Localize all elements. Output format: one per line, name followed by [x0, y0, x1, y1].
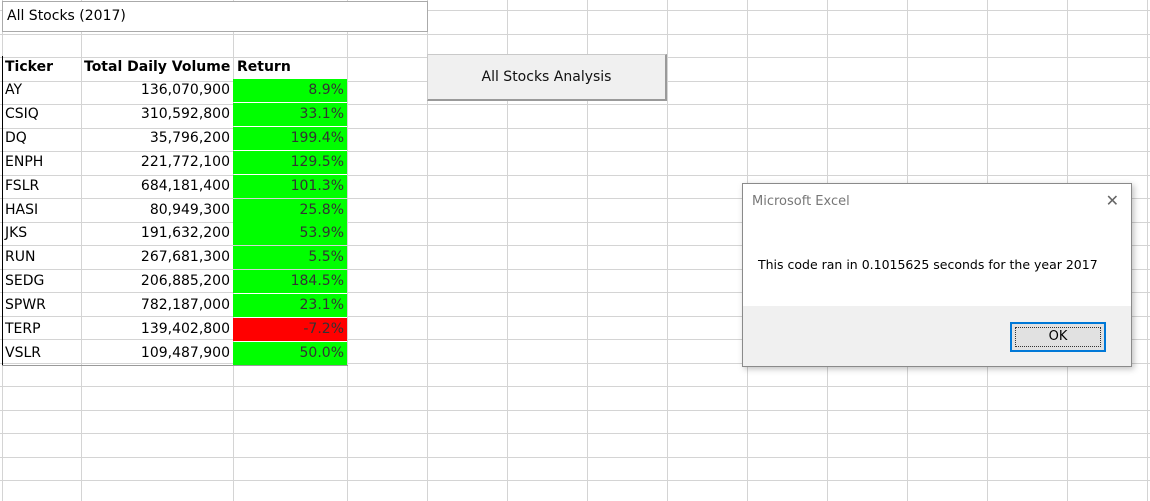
dialog-message: This code ran in 0.1015625 seconds for t… [758, 257, 1098, 272]
volume-cell[interactable]: 35,796,200 [81, 127, 233, 150]
return-cell[interactable]: -7.2% [233, 318, 347, 341]
ticker-cell[interactable]: JKS [5, 222, 81, 245]
return-cell[interactable]: 50.0% [233, 342, 347, 365]
grid-column-line [347, 0, 348, 501]
dialog-title: Microsoft Excel [752, 194, 850, 209]
grid-row-line [0, 457, 1150, 458]
header-ticker[interactable]: Ticker [5, 56, 81, 79]
message-box-dialog: Microsoft Excel ✕ This code ran in 0.101… [742, 183, 1132, 367]
volume-cell[interactable]: 782,187,000 [81, 294, 233, 317]
grid-row-line [0, 433, 1150, 434]
return-cell[interactable]: 5.5% [233, 246, 347, 269]
return-cell[interactable]: 25.8% [233, 199, 347, 222]
grid-column-line [667, 0, 668, 501]
ticker-cell[interactable]: TERP [5, 318, 81, 341]
volume-cell[interactable]: 684,181,400 [81, 175, 233, 198]
grid-row-line [0, 480, 1150, 481]
volume-cell[interactable]: 80,949,300 [81, 199, 233, 222]
ticker-cell[interactable]: HASI [5, 199, 81, 222]
ticker-cell[interactable]: DQ [5, 127, 81, 150]
grid-row-line [0, 410, 1150, 411]
header-volume[interactable]: Total Daily Volume [81, 56, 233, 79]
return-cell[interactable]: 199.4% [233, 127, 347, 150]
volume-cell[interactable]: 136,070,900 [81, 79, 233, 102]
return-cell[interactable]: 184.5% [233, 270, 347, 293]
dialog-footer: OK [743, 306, 1131, 366]
ticker-cell[interactable]: SEDG [5, 270, 81, 293]
ticker-cell[interactable]: VSLR [5, 342, 81, 365]
volume-cell[interactable]: 221,772,100 [81, 151, 233, 174]
volume-cell[interactable]: 206,885,200 [81, 270, 233, 293]
volume-cell[interactable]: 139,402,800 [81, 318, 233, 341]
all-stocks-analysis-button[interactable]: All Stocks Analysis [427, 54, 667, 101]
ok-button[interactable]: OK [1010, 322, 1106, 352]
ticker-cell[interactable]: FSLR [5, 175, 81, 198]
grid-column-line [1147, 0, 1148, 501]
ticker-cell[interactable]: AY [5, 79, 81, 102]
sheet-title-cell[interactable]: All Stocks (2017) [2, 1, 428, 32]
return-cell[interactable]: 8.9% [233, 79, 347, 102]
ticker-cell[interactable]: RUN [5, 246, 81, 269]
return-cell[interactable]: 101.3% [233, 175, 347, 198]
table-bottom-border [2, 365, 348, 366]
table-left-border [2, 56, 3, 366]
close-icon[interactable]: ✕ [1106, 192, 1119, 210]
return-cell[interactable]: 33.1% [233, 103, 347, 126]
focus-rectangle [1015, 327, 1101, 347]
ticker-cell[interactable]: SPWR [5, 294, 81, 317]
return-cell[interactable]: 23.1% [233, 294, 347, 317]
return-cell[interactable]: 53.9% [233, 222, 347, 245]
volume-cell[interactable]: 267,681,300 [81, 246, 233, 269]
ticker-cell[interactable]: ENPH [5, 151, 81, 174]
return-cell[interactable]: 129.5% [233, 151, 347, 174]
grid-row-line [0, 34, 1150, 35]
volume-cell[interactable]: 191,632,200 [81, 222, 233, 245]
grid-row-line [0, 386, 1150, 387]
header-return[interactable]: Return [233, 56, 347, 79]
volume-cell[interactable]: 109,487,900 [81, 342, 233, 365]
volume-cell[interactable]: 310,592,800 [81, 103, 233, 126]
ticker-cell[interactable]: CSIQ [5, 103, 81, 126]
